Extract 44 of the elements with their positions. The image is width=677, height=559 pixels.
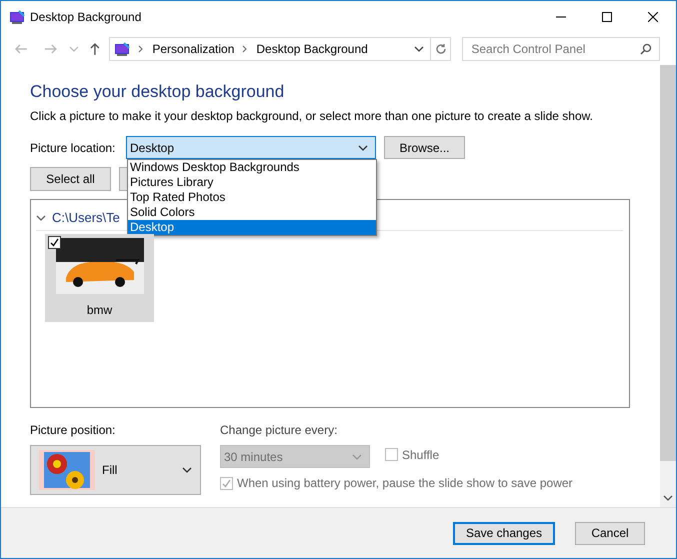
- search-field[interactable]: Search Control Panel: [462, 37, 660, 61]
- app-icon: [9, 9, 25, 25]
- dialog-button[interactable]: Save changes: [453, 522, 555, 544]
- search-icon[interactable]: [640, 43, 652, 55]
- close-icon: [648, 12, 658, 22]
- dropdown-caret-icon: [182, 467, 192, 473]
- picture-location-label: Picture location:: [30, 140, 116, 156]
- collapse-icon[interactable]: [36, 214, 46, 221]
- breadcrumb-separator-icon: [138, 45, 144, 53]
- control-panel-icon: [114, 41, 130, 57]
- change-interval-label: Change picture every:: [220, 422, 338, 439]
- history-dropdown-icon[interactable]: [414, 46, 424, 52]
- browse-button[interactable]: Browse...: [384, 136, 465, 159]
- checkbox-label: When using battery power, pause the slide show to save power: [237, 475, 573, 492]
- check-icon: [222, 478, 231, 488]
- dropdown-option[interactable]: Pictures Library: [128, 175, 376, 190]
- dropdown-caret-icon: [358, 144, 368, 150]
- dialog-button[interactable]: Cancel: [575, 522, 645, 544]
- checkbox-label: Shuffle: [402, 446, 440, 464]
- refresh-icon[interactable]: [434, 43, 447, 55]
- dropdown-option[interactable]: Top Rated Photos: [128, 190, 376, 205]
- dropdown-option[interactable]: Desktop: [128, 220, 376, 235]
- page-heading: Choose your desktop background: [30, 81, 286, 103]
- picture-checkbox[interactable]: [48, 236, 61, 248]
- dropdown-option[interactable]: Solid Colors: [128, 205, 376, 220]
- breadcrumb-separator-icon: [242, 45, 248, 53]
- check-icon: [50, 238, 59, 246]
- window-title: Desktop Background: [30, 9, 142, 26]
- breadcrumb-item[interactable]: Desktop Background: [256, 40, 368, 58]
- dropdown-option[interactable]: Windows Desktop Backgrounds: [128, 160, 376, 175]
- picture-label: bmw: [86, 302, 112, 318]
- picture-position-dropdown[interactable]: Fill: [30, 445, 201, 495]
- minimize-icon: [556, 16, 566, 18]
- address-bar[interactable]: Personalization Desktop Background: [109, 37, 452, 61]
- picture-position-label: Picture position:: [30, 422, 116, 439]
- scroll-down-icon[interactable]: [663, 495, 673, 501]
- maximize-icon: [602, 12, 612, 22]
- picture-location-dropdown[interactable]: Desktop: [126, 136, 376, 159]
- dropdown-caret-icon: [352, 454, 362, 460]
- description-text: Click a picture to make it your desktop background, or select more than one picture to create a slide show.: [30, 108, 594, 125]
- select-all-button[interactable]: Select all: [30, 167, 111, 191]
- folder-header[interactable]: C:\Users\Te: [52, 208, 120, 228]
- breadcrumb-item[interactable]: Personalization: [152, 40, 234, 58]
- picture-tile[interactable]: bmw: [45, 234, 154, 322]
